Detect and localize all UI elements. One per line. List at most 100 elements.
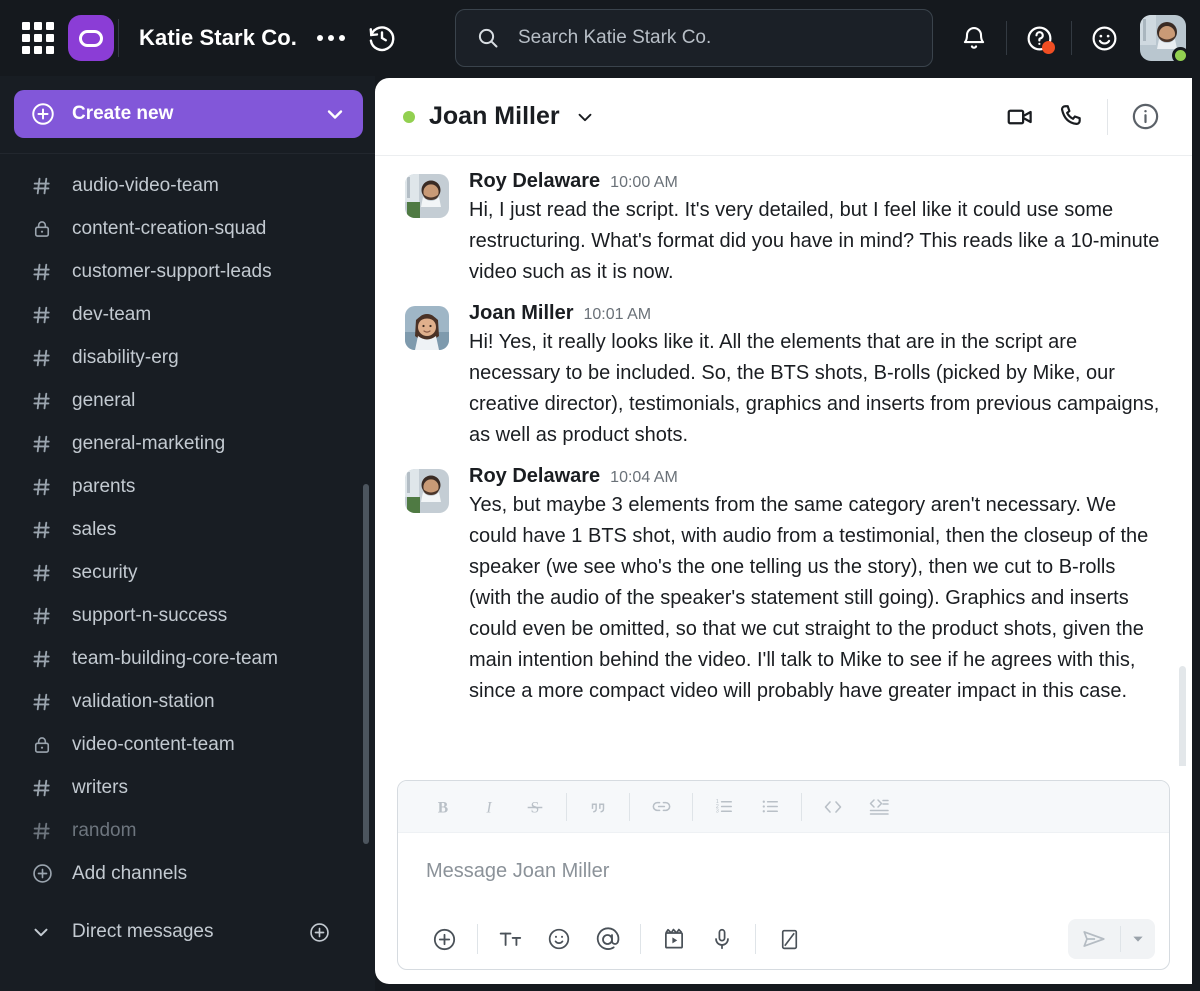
italic-icon[interactable]: I bbox=[466, 784, 512, 830]
svg-text:B: B bbox=[438, 799, 448, 816]
microphone-icon[interactable] bbox=[698, 915, 746, 963]
sidebar-item-label: video-content-team bbox=[72, 733, 235, 755]
plus-circle-icon bbox=[32, 103, 54, 125]
code-icon[interactable] bbox=[810, 784, 856, 830]
sidebar-item-label: support-n-success bbox=[72, 604, 228, 626]
divider bbox=[118, 19, 119, 57]
hash-icon bbox=[30, 648, 54, 670]
divider bbox=[801, 792, 802, 821]
send-paper-plane-icon[interactable] bbox=[1068, 919, 1120, 959]
create-new-label: Create new bbox=[72, 103, 174, 124]
bold-icon[interactable]: B bbox=[420, 784, 466, 830]
chevron-down-icon[interactable] bbox=[30, 921, 52, 943]
channel-list: audio-video-team content-creation-squad cu… bbox=[0, 154, 375, 974]
search-icon bbox=[478, 28, 498, 48]
sidebar-item-disability-erg[interactable]: disability-erg bbox=[0, 336, 375, 379]
sidebar-item-support-n-success[interactable]: support-n-success bbox=[0, 594, 375, 637]
send-controls bbox=[1068, 919, 1155, 959]
sidebar-item-label: audio-video-team bbox=[72, 174, 219, 196]
sidebar-scrollbar[interactable] bbox=[363, 484, 369, 844]
sidebar-item-validation-station[interactable]: validation-station bbox=[0, 680, 375, 723]
hash-icon bbox=[30, 476, 54, 498]
divider bbox=[692, 792, 693, 821]
sidebar: Create new audio-video-team content-creat… bbox=[0, 76, 375, 991]
message-timestamp: 10:00 AM bbox=[610, 174, 678, 191]
send-options-chevron-down-icon[interactable] bbox=[1121, 919, 1155, 959]
divider bbox=[477, 924, 478, 954]
strikethrough-icon[interactable]: S bbox=[512, 784, 558, 830]
top-bar-icons bbox=[948, 0, 1189, 76]
message-composer: B I S bbox=[397, 780, 1170, 970]
user-avatar[interactable] bbox=[1140, 15, 1189, 64]
sidebar-item-dev-team[interactable]: dev-team bbox=[0, 293, 375, 336]
workspace-title[interactable]: Katie Stark Co. bbox=[139, 25, 297, 51]
divider bbox=[1107, 98, 1108, 135]
peer-menu-chevron-down-icon[interactable] bbox=[574, 106, 596, 128]
composer-action-bar bbox=[398, 909, 1169, 969]
sidebar-item-label: sales bbox=[72, 518, 117, 540]
sidebar-item-label: writers bbox=[72, 776, 128, 798]
lock-icon bbox=[30, 735, 54, 755]
sidebar-item-general[interactable]: general bbox=[0, 379, 375, 422]
bullet-list-icon[interactable] bbox=[747, 784, 793, 830]
sidebar-item-customer-support-leads[interactable]: customer-support-leads bbox=[0, 250, 375, 293]
help-alert-dot bbox=[1042, 41, 1055, 54]
message-author: Roy Delaware bbox=[469, 170, 601, 192]
message-item: Roy Delaware 10:00 AM Hi, I just read the … bbox=[405, 170, 1162, 288]
emoji-icon[interactable] bbox=[535, 915, 583, 963]
sidebar-item-label: validation-station bbox=[72, 690, 215, 712]
info-circle-icon[interactable] bbox=[1120, 92, 1170, 142]
formatting-toolbar: B I S bbox=[398, 781, 1169, 833]
message-text: Yes, but maybe 3 elements from the same … bbox=[469, 494, 1149, 702]
sidebar-item-audio-video-team[interactable]: audio-video-team bbox=[0, 164, 375, 207]
app-logo-icon[interactable] bbox=[54, 15, 114, 61]
sidebar-item-label: dev-team bbox=[72, 303, 152, 325]
message-item: Joan Miller 10:01 AM Hi! Yes, it really lo… bbox=[405, 302, 1162, 451]
sidebar-item-team-building-core-team[interactable]: team-building-core-team bbox=[0, 637, 375, 680]
add-direct-message-icon[interactable] bbox=[308, 921, 331, 944]
video-camera-icon[interactable] bbox=[995, 92, 1045, 142]
hash-icon bbox=[30, 777, 54, 799]
sidebar-item-video-content-team[interactable]: video-content-team bbox=[0, 723, 375, 766]
smiley-icon[interactable] bbox=[1078, 12, 1130, 64]
bell-icon[interactable] bbox=[948, 12, 1000, 64]
direct-messages-section[interactable]: Direct messages bbox=[0, 907, 375, 957]
sidebar-item-parents[interactable]: parents bbox=[0, 465, 375, 508]
message-input[interactable]: Message Joan Miller bbox=[398, 833, 1169, 909]
help-question-icon[interactable] bbox=[1013, 12, 1065, 64]
message-timestamp: 10:04 AM bbox=[610, 469, 678, 486]
video-clip-icon[interactable] bbox=[650, 915, 698, 963]
phone-icon[interactable] bbox=[1045, 92, 1095, 142]
message-scrollbar[interactable] bbox=[1179, 666, 1186, 766]
sidebar-item-security[interactable]: security bbox=[0, 551, 375, 594]
sidebar-item-label: general-marketing bbox=[72, 432, 226, 454]
history-clock-icon[interactable] bbox=[367, 23, 397, 53]
link-icon[interactable] bbox=[638, 784, 684, 830]
divider bbox=[1006, 21, 1007, 55]
chevron-down-icon bbox=[327, 110, 343, 119]
hash-icon bbox=[30, 519, 54, 541]
ordered-list-icon[interactable]: 1 2 3 bbox=[701, 784, 747, 830]
sidebar-item-content-creation-squad[interactable]: content-creation-squad bbox=[0, 207, 375, 250]
grid-apps-icon[interactable] bbox=[22, 22, 54, 54]
more-options-icon[interactable] bbox=[311, 29, 351, 47]
divider bbox=[629, 792, 630, 821]
add-channels-button[interactable]: Add channels bbox=[0, 852, 375, 895]
text-format-icon[interactable] bbox=[487, 915, 535, 963]
sidebar-item-random[interactable]: random bbox=[0, 809, 375, 852]
create-new-button[interactable]: Create new bbox=[14, 90, 363, 138]
sidebar-item-writers[interactable]: writers bbox=[0, 766, 375, 809]
sidebar-item-sales[interactable]: sales bbox=[0, 508, 375, 551]
sidebar-item-label: security bbox=[72, 561, 138, 583]
svg-text:I: I bbox=[485, 799, 492, 816]
sidebar-item-general-marketing[interactable]: general-marketing bbox=[0, 422, 375, 465]
quote-icon[interactable] bbox=[575, 784, 621, 830]
mention-icon[interactable] bbox=[583, 915, 631, 963]
attach-plus-icon[interactable] bbox=[420, 915, 468, 963]
code-block-icon[interactable] bbox=[856, 784, 902, 830]
search-input[interactable]: Search Katie Stark Co. bbox=[455, 9, 933, 67]
canvas-icon[interactable] bbox=[765, 915, 813, 963]
sidebar-item-label: random bbox=[72, 819, 137, 841]
peer-status-dot bbox=[403, 110, 415, 123]
message-item: Roy Delaware 10:04 AM Yes, but maybe 3 ele… bbox=[405, 465, 1162, 707]
